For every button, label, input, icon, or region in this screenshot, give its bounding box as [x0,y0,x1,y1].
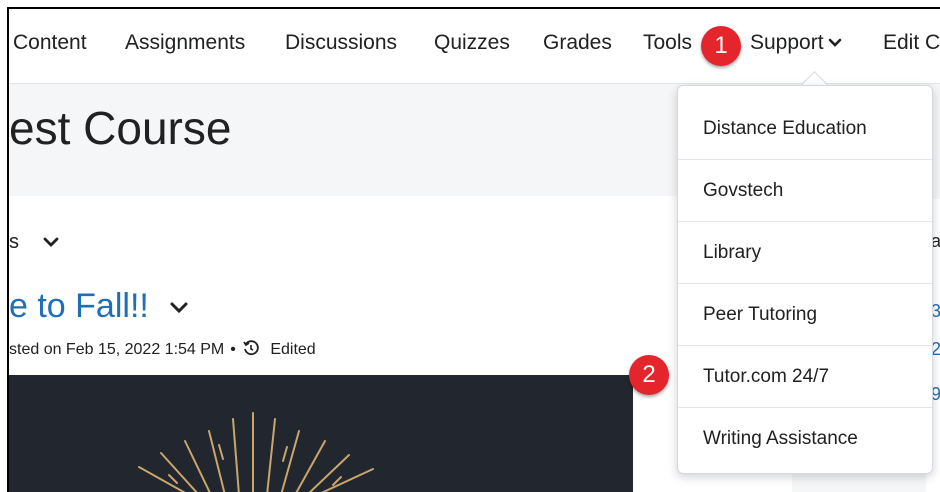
posted-date: sted on Feb 15, 2022 1:54 PM [9,341,225,358]
menu-item-library[interactable]: Library [678,222,932,284]
menu-item-govstech[interactable]: Govstech [678,160,932,222]
nav-discussions[interactable]: Discussions [285,31,397,55]
nav-content[interactable]: Content [13,31,87,55]
chevron-down-icon [43,237,58,248]
announcement-meta: sted on Feb 15, 2022 1:54 PM • Edited [9,339,316,359]
nav-assignments[interactable]: Assignments [125,31,245,55]
filter-label: s [9,231,19,253]
chevron-down-icon [828,39,841,48]
callout-badge-2: 2 [629,355,669,395]
menu-item-distance-education[interactable]: Distance Education [678,98,932,160]
menu-item-tutor-com[interactable]: Tutor.com 24/7 [678,346,932,408]
course-navbar: Content Assignments Discussions Quizzes … [9,9,940,84]
course-title: est Course [9,102,232,154]
lms-window: Content Assignments Discussions Quizzes … [7,7,940,492]
nav-quizzes[interactable]: Quizzes [434,31,510,55]
announcement-title-text: e to Fall!! [9,287,149,325]
separator-dot: • [230,341,236,358]
nav-edit-course[interactable]: Edit C [883,31,940,55]
callout-badge-1: 1 [701,26,741,66]
nav-support[interactable]: Support [750,31,842,55]
menu-item-peer-tutoring[interactable]: Peer Tutoring [678,284,932,346]
menu-item-writing-assistance[interactable]: Writing Assistance [678,408,932,470]
announcement-image [9,375,633,492]
support-dropdown-menu: Distance Education Govstech Library Peer… [677,85,933,474]
announcement-title[interactable]: e to Fall!! [9,287,188,326]
edited-label: Edited [270,341,316,358]
chevron-down-icon [170,302,188,314]
nav-support-label: Support [750,31,824,54]
announcements-filter[interactable]: s [9,231,59,254]
sunburst-graphic [138,412,374,492]
history-icon [243,340,259,356]
nav-grades[interactable]: Grades [543,31,612,55]
nav-tools[interactable]: Tools [643,31,692,55]
